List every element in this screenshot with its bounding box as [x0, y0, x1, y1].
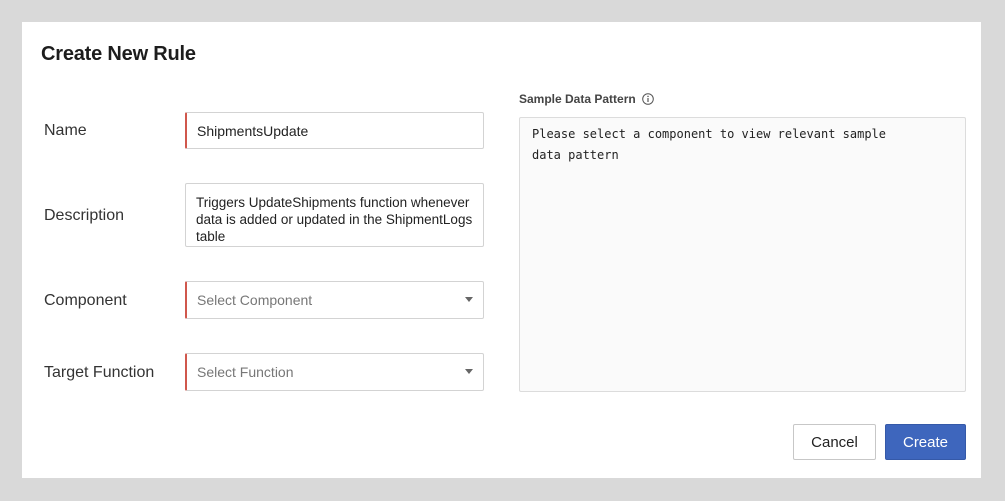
description-textarea[interactable]: Triggers UpdateShipments function whenev… — [185, 183, 484, 247]
target-function-select-placeholder: Select Function — [197, 364, 294, 380]
name-input[interactable]: ShipmentsUpdate — [185, 112, 484, 149]
description-label: Description — [44, 207, 125, 224]
chevron-down-icon — [465, 297, 473, 302]
dialog-title: Create New Rule — [41, 43, 196, 65]
cancel-button[interactable]: Cancel — [793, 424, 876, 460]
name-label: Name — [44, 122, 87, 139]
description-value: Triggers UpdateShipments function whenev… — [196, 195, 473, 244]
sample-data-pattern-label: Sample Data Pattern — [519, 92, 636, 106]
create-button[interactable]: Create — [885, 424, 966, 460]
target-function-select[interactable]: Select Function — [185, 353, 484, 391]
info-circle-icon[interactable] — [641, 93, 654, 105]
target-function-label: Target Function — [44, 364, 155, 381]
component-select[interactable]: Select Component — [185, 281, 484, 319]
sample-data-pattern-box: Please select a component to view releva… — [519, 117, 966, 392]
component-label: Component — [44, 292, 127, 309]
component-select-placeholder: Select Component — [197, 292, 313, 308]
sample-data-pattern-heading: Sample Data Pattern — [519, 92, 654, 106]
create-rule-dialog: Create New Rule Name ShipmentsUpdate Des… — [22, 22, 981, 478]
sample-data-pattern-text: Please select a component to view releva… — [532, 127, 887, 162]
chevron-down-icon — [465, 369, 473, 374]
name-input-value: ShipmentsUpdate — [197, 122, 309, 139]
